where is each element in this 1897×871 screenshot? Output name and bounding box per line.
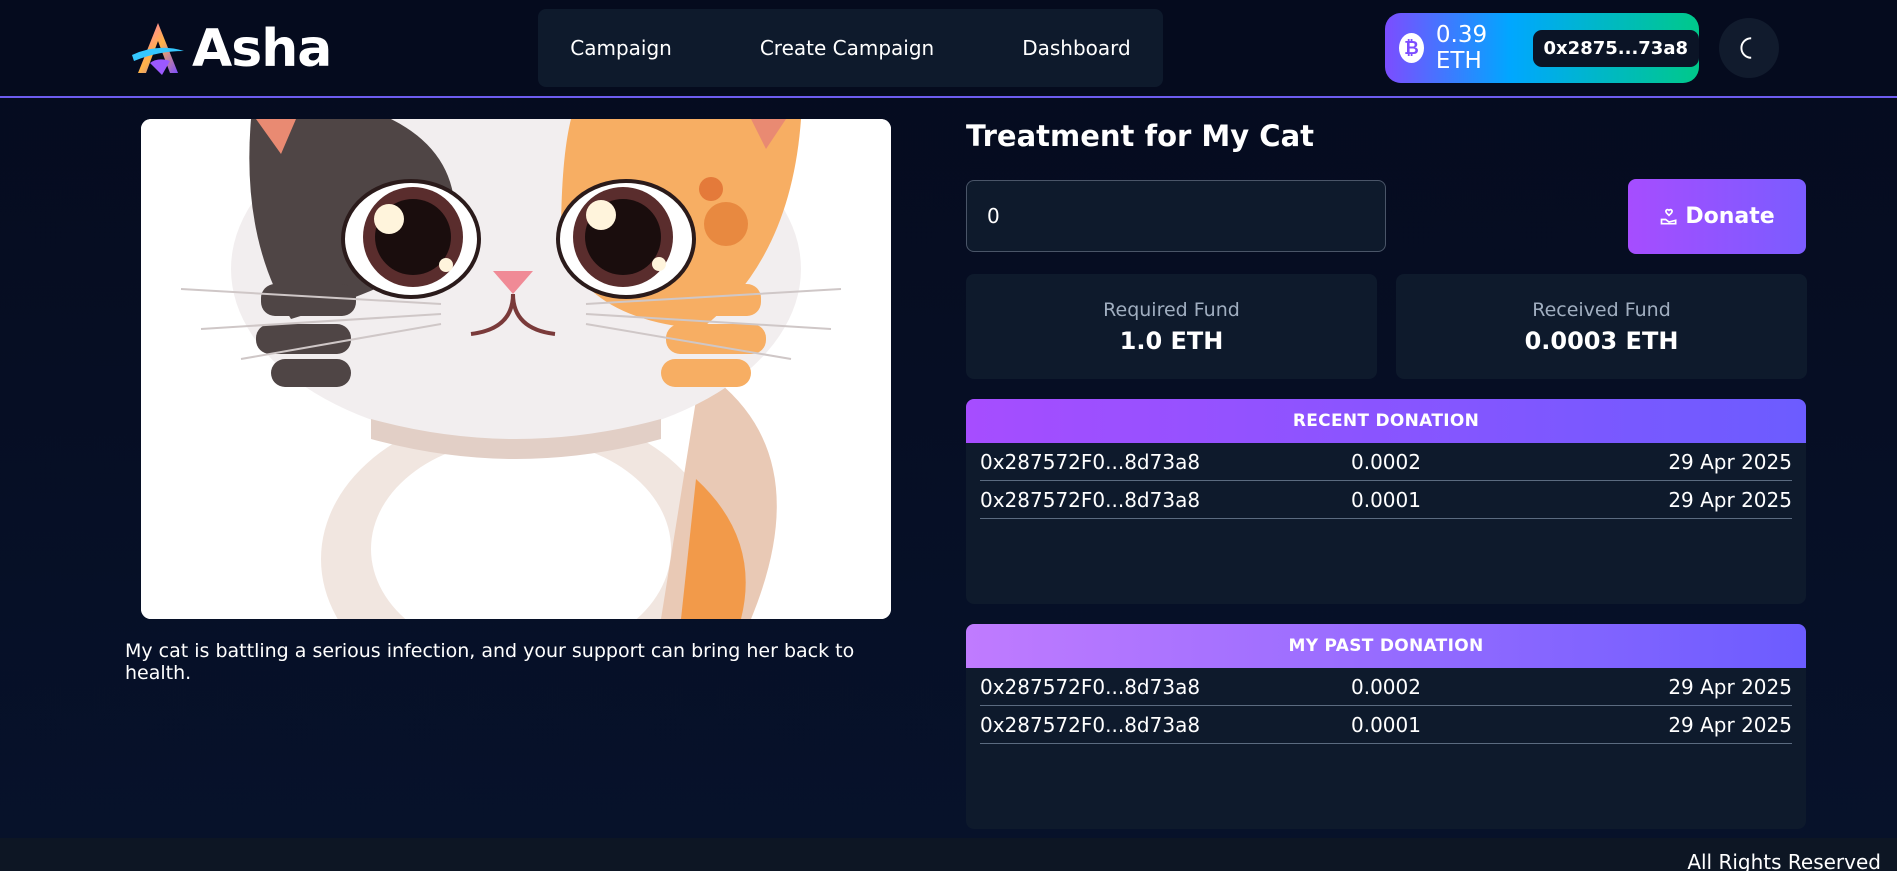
recent-donation-header: RECENT DONATION — [966, 399, 1806, 443]
main-nav: Campaign Create Campaign Dashboard — [538, 9, 1163, 87]
brand-logo[interactable]: Asha — [126, 16, 332, 82]
donate-button[interactable]: Donate — [1628, 179, 1806, 254]
donor-address: 0x287572F0...8d73a8 — [980, 674, 1201, 699]
campaign-image — [141, 119, 891, 619]
donate-hand-icon — [1660, 208, 1677, 224]
top-header: Asha Campaign Create Campaign Dashboard … — [0, 0, 1897, 98]
nav-dashboard[interactable]: Dashboard — [1022, 36, 1131, 60]
donation-amount: 0.0001 — [1351, 712, 1421, 737]
donation-amount-input[interactable] — [966, 180, 1386, 252]
recent-donation-panel: RECENT DONATION 0x287572F0...8d73a8 0.00… — [966, 399, 1806, 604]
received-fund-value: 0.0003 ETH — [1524, 326, 1679, 355]
required-fund-card: Required Fund 1.0 ETH — [966, 274, 1377, 379]
received-fund-card: Received Fund 0.0003 ETH — [1396, 274, 1807, 379]
donation-row: 0x287572F0...8d73a8 0.0001 29 Apr 2025 — [980, 706, 1792, 744]
donation-row: 0x287572F0...8d73a8 0.0002 29 Apr 2025 — [980, 668, 1792, 706]
page-footer: All Rights Reserved — [0, 838, 1897, 871]
cat-illustration — [141, 119, 891, 619]
donation-date: 29 Apr 2025 — [1668, 712, 1792, 737]
donation-amount: 0.0001 — [1351, 487, 1421, 512]
past-donation-panel: MY PAST DONATION 0x287572F0...8d73a8 0.0… — [966, 624, 1806, 829]
donor-address: 0x287572F0...8d73a8 — [980, 487, 1201, 512]
nav-campaign[interactable]: Campaign — [570, 36, 672, 60]
campaign-description: My cat is battling a serious infection, … — [125, 640, 855, 684]
campaign-title: Treatment for My Cat — [966, 119, 1314, 153]
moon-icon — [1740, 37, 1752, 59]
donate-button-label: Donate — [1685, 204, 1775, 229]
donation-row: 0x287572F0...8d73a8 0.0001 29 Apr 2025 — [980, 481, 1792, 519]
required-fund-value: 1.0 ETH — [1119, 326, 1224, 355]
wallet-widget[interactable]: ₿ 0.39 ETH 0x2875...73a8 — [1385, 13, 1699, 83]
received-fund-label: Received Fund — [1532, 298, 1671, 321]
donation-row: 0x287572F0...8d73a8 0.0002 29 Apr 2025 — [980, 443, 1792, 481]
donation-date: 29 Apr 2025 — [1668, 449, 1792, 474]
theme-toggle-button[interactable] — [1719, 18, 1779, 78]
asha-logo-icon — [132, 23, 184, 75]
donor-address: 0x287572F0...8d73a8 — [980, 449, 1201, 474]
donation-date: 29 Apr 2025 — [1668, 674, 1792, 699]
brand-name: Asha — [192, 19, 332, 79]
required-fund-label: Required Fund — [1103, 298, 1240, 321]
wallet-address[interactable]: 0x2875...73a8 — [1532, 29, 1699, 67]
donation-amount: 0.0002 — [1351, 674, 1421, 699]
wallet-balance: 0.39 ETH — [1435, 22, 1488, 74]
donation-amount: 0.0002 — [1351, 449, 1421, 474]
footer-copyright: All Rights Reserved — [1687, 850, 1881, 871]
nav-create-campaign[interactable]: Create Campaign — [760, 36, 934, 60]
bitcoin-icon: ₿ — [1399, 33, 1424, 63]
past-donation-header: MY PAST DONATION — [966, 624, 1806, 668]
donation-date: 29 Apr 2025 — [1668, 487, 1792, 512]
donor-address: 0x287572F0...8d73a8 — [980, 712, 1201, 737]
